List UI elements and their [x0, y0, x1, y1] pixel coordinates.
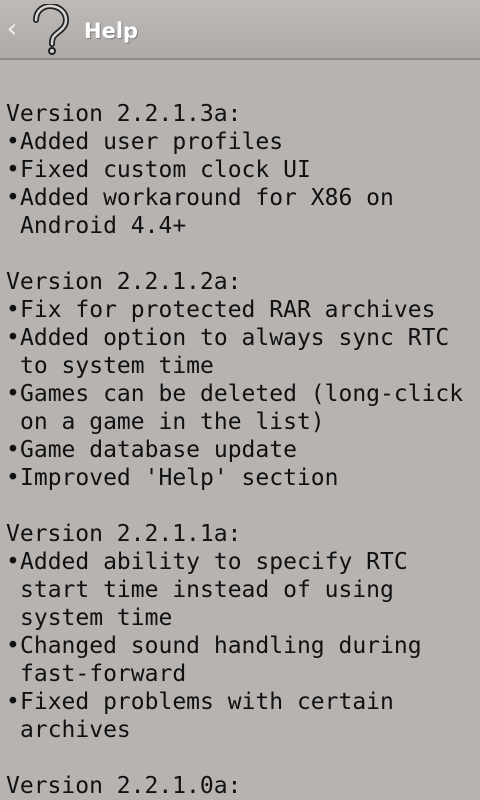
version-title: Version 2.2.1.1a: — [6, 521, 242, 547]
list-item: • Fix for protected RAR archives — [6, 296, 476, 324]
change-list: • Fix for protected RAR archives • Added o… — [6, 296, 476, 492]
change-text: Added user profiles — [20, 129, 284, 155]
question-mark-icon[interactable] — [26, 4, 70, 56]
list-item: • Game database update — [6, 436, 476, 464]
bullet: • — [6, 297, 20, 323]
change-text: Fixed problems with certain archives — [20, 689, 394, 743]
change-text: Improved 'Help' section — [20, 465, 339, 491]
change-text: Fix for protected RAR archives — [20, 297, 436, 323]
list-item: • Added ability to specify RTC start time… — [6, 548, 476, 632]
list-item: • Changed sound handling during fast-forw… — [6, 632, 476, 688]
change-text: Game database update — [20, 437, 297, 463]
list-item: • Added workaround for X86 on Android 4.4… — [6, 184, 476, 240]
change-text: Added option to always sync RTC to syste… — [20, 325, 450, 379]
page-title: Help — [84, 19, 139, 43]
list-item: • Added user profiles — [6, 128, 476, 156]
bullet: • — [6, 129, 20, 155]
bullet: • — [6, 689, 20, 715]
bullet: • — [6, 325, 20, 351]
version-block: Version 2.2.1.3a: • Added user profiles •… — [6, 100, 476, 240]
list-item: • Improved 'Help' section — [6, 464, 476, 492]
list-item: • Added option to always sync RTC to syst… — [6, 324, 476, 380]
list-item: • Games can be deleted (long-click on a g… — [6, 380, 476, 436]
action-bar: ‹ Help — [0, 0, 480, 60]
change-list: • Added user profiles • Fixed custom clock… — [6, 128, 476, 240]
change-text: Changed sound handling during fast-forwa… — [20, 633, 422, 687]
change-text: Fixed custom clock UI — [20, 157, 311, 183]
change-text: Games can be deleted (long-click on a ga… — [20, 381, 464, 435]
bullet: • — [6, 437, 20, 463]
bullet: • — [6, 157, 20, 183]
list-item: • Fixed problems with certain archives — [6, 688, 476, 744]
version-block: Version 2.2.1.0a: — [6, 772, 476, 800]
help-screen: ‹ Help Version 2.2.1.3a: • Added user pro… — [0, 0, 480, 800]
change-list: • Added ability to specify RTC start time… — [6, 548, 476, 744]
back-chevron-icon[interactable]: ‹ — [4, 14, 20, 44]
changelog[interactable]: Version 2.2.1.3a: • Added user profiles •… — [6, 100, 476, 800]
bullet: • — [6, 185, 20, 211]
bullet: • — [6, 465, 20, 491]
version-title: Version 2.2.1.0a: — [6, 773, 242, 799]
version-block: Version 2.2.1.1a: • Added ability to spec… — [6, 520, 476, 744]
version-title: Version 2.2.1.3a: — [6, 101, 242, 127]
bullet: • — [6, 633, 20, 659]
bullet: • — [6, 549, 20, 575]
version-title: Version 2.2.1.2a: — [6, 269, 242, 295]
change-text: Added ability to specify RTC start time … — [20, 549, 408, 631]
change-text: Added workaround for X86 on Android 4.4+ — [20, 185, 394, 239]
bullet: • — [6, 381, 20, 407]
list-item: • Fixed custom clock UI — [6, 156, 476, 184]
version-block: Version 2.2.1.2a: • Fix for protected RAR… — [6, 268, 476, 492]
